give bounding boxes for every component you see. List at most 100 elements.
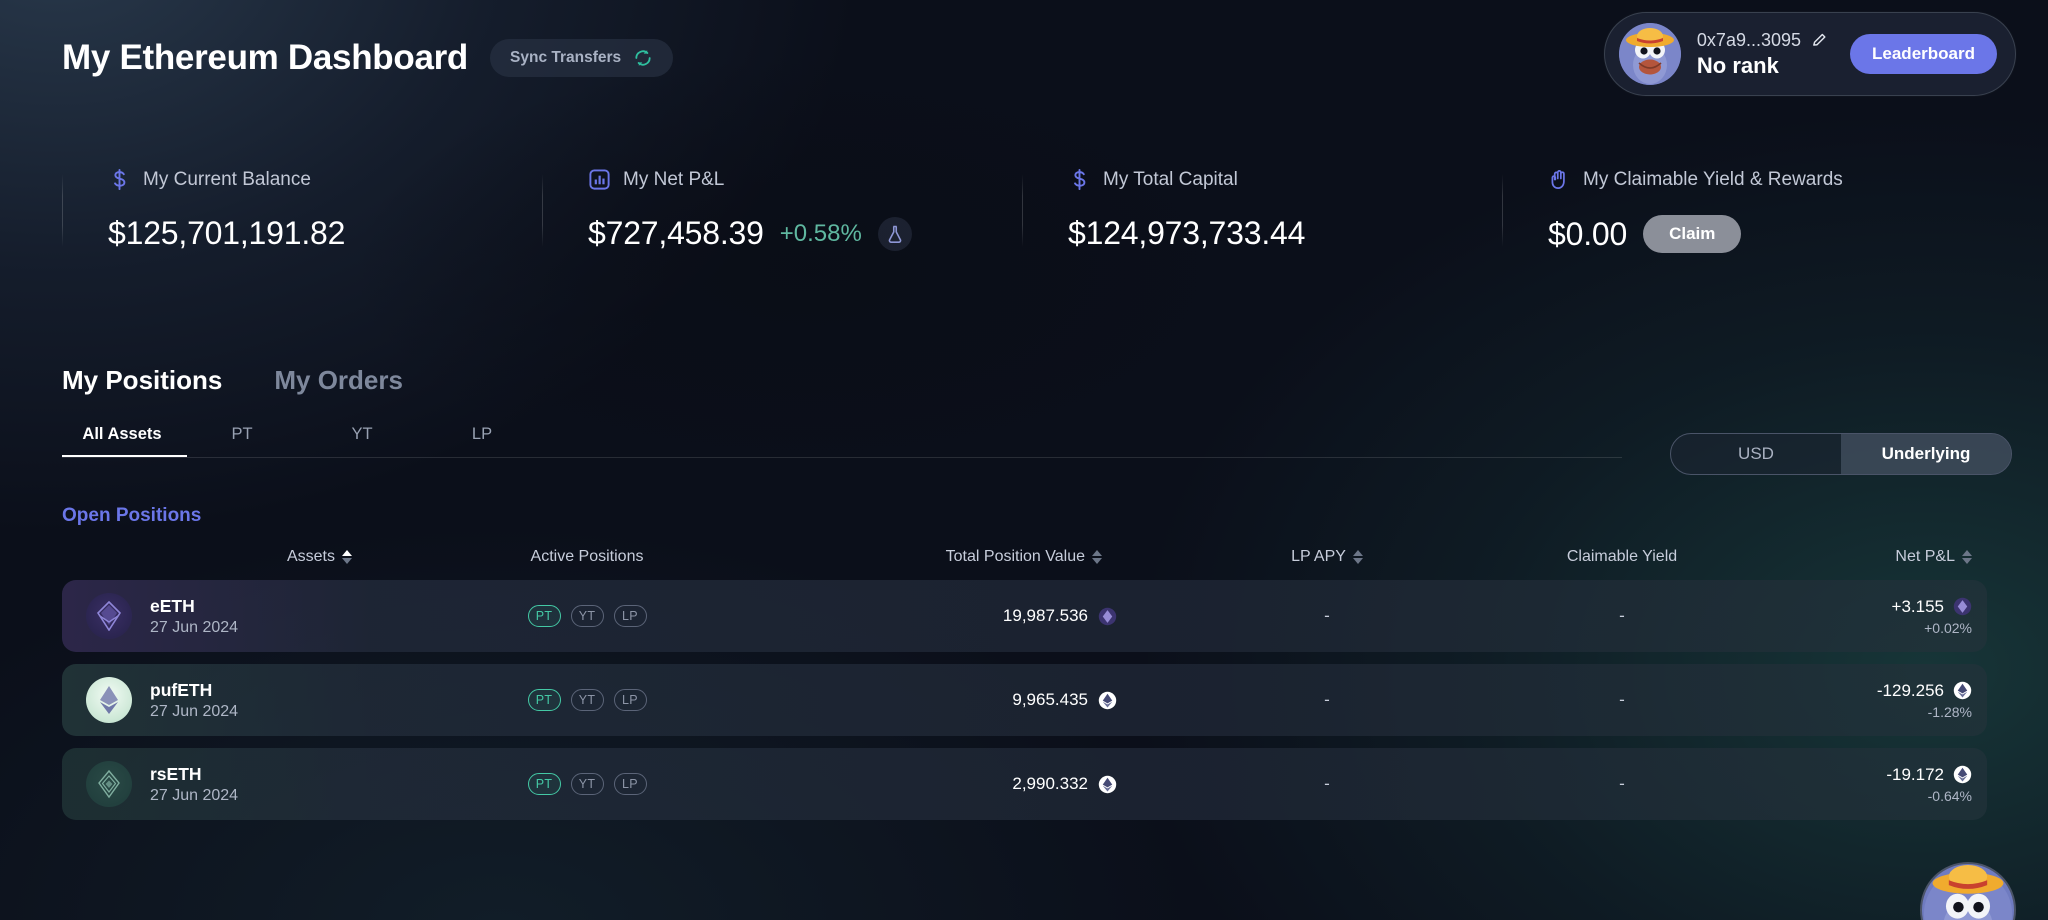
subtab-lp[interactable]: LP: [422, 425, 542, 457]
col-label: Net P&L: [1895, 548, 1955, 566]
badge-pt[interactable]: PT: [528, 605, 561, 627]
sort-icon[interactable]: [1962, 550, 1972, 564]
col-claimable-yield: Claimable Yield: [1477, 548, 1767, 566]
badge-yt[interactable]: YT: [571, 605, 604, 627]
cell-asset: rsETH 27 Jun 2024: [62, 761, 402, 807]
toggle-usd[interactable]: USD: [1671, 434, 1841, 474]
cell-total-position-value: 2,990.332: [772, 774, 1177, 794]
subtab-pt[interactable]: PT: [182, 425, 302, 457]
sync-transfers-label: Sync Transfers: [510, 49, 621, 67]
eth-token-icon: [1098, 775, 1117, 794]
stat-change: +0.58%: [780, 220, 862, 248]
positions-table: Assets Active Positions Total Position V…: [62, 548, 1987, 832]
toggle-underlying[interactable]: Underlying: [1841, 434, 2011, 474]
stat-value: $124,973,733.44: [1068, 215, 1305, 252]
cell-lp-apy: -: [1177, 690, 1477, 710]
cell-total-position-value: 19,987.536: [772, 606, 1177, 626]
sub-tabs: All Assets PT YT LP: [62, 425, 1622, 458]
stat-label: My Current Balance: [143, 169, 311, 191]
total-position-value: 2,990.332: [1012, 774, 1088, 794]
col-label: LP APY: [1291, 548, 1346, 566]
sync-transfers-button[interactable]: Sync Transfers: [490, 39, 673, 77]
badge-lp[interactable]: LP: [614, 689, 647, 711]
badge-lp[interactable]: LP: [614, 773, 647, 795]
asset-maturity-date: 27 Jun 2024: [150, 703, 238, 721]
cell-claimable-yield: -: [1477, 606, 1767, 626]
stat-value: $0.00: [1548, 216, 1627, 253]
badge-yt[interactable]: YT: [571, 689, 604, 711]
cell-lp-apy: -: [1177, 606, 1477, 626]
col-label: Active Positions: [531, 548, 644, 566]
cell-active-positions: PT YT LP: [402, 773, 772, 795]
sort-icon[interactable]: [342, 550, 352, 564]
stat-net-pnl: My Net P&L $727,458.39 +0.58%: [542, 168, 1022, 253]
tab-my-positions[interactable]: My Positions: [62, 365, 222, 396]
eth-token-icon: [1953, 681, 1972, 700]
col-lp-apy[interactable]: LP APY: [1177, 548, 1477, 566]
bar-chart-icon: [588, 168, 611, 191]
cell-net-pnl: -19.172 -0.64%: [1767, 765, 1987, 804]
subtab-divider: [62, 457, 1622, 458]
dollar-icon: [108, 168, 131, 191]
badge-lp[interactable]: LP: [614, 605, 647, 627]
page-title: My Ethereum Dashboard: [62, 38, 468, 78]
sort-icon[interactable]: [1353, 550, 1363, 564]
col-total-position-value[interactable]: Total Position Value: [772, 548, 1177, 566]
main-tabs: My Positions My Orders: [62, 365, 403, 396]
eeth-icon: [86, 593, 132, 639]
col-label: Assets: [287, 548, 335, 566]
net-pnl-value: -19.172: [1886, 765, 1944, 785]
floating-avatar-button[interactable]: [1920, 862, 2016, 920]
subtab-yt[interactable]: YT: [302, 425, 422, 457]
table-row[interactable]: eETH 27 Jun 2024 PT YT LP 19,987.536 - -: [62, 580, 1987, 652]
cell-net-pnl: +3.155 +0.02%: [1767, 597, 1987, 636]
cell-active-positions: PT YT LP: [402, 605, 772, 627]
avatar: [1619, 23, 1681, 85]
page-header: My Ethereum Dashboard Sync Transfers: [62, 38, 673, 78]
cell-claimable-yield: -: [1477, 690, 1767, 710]
rseth-icon: [86, 761, 132, 807]
stat-total-capital: My Total Capital $124,973,733.44: [1022, 168, 1502, 253]
currency-toggle: USD Underlying: [1670, 433, 2012, 475]
wallet-address: 0x7a9...3095: [1697, 30, 1801, 51]
cell-asset: eETH 27 Jun 2024: [62, 593, 402, 639]
subtab-all-assets[interactable]: All Assets: [62, 425, 182, 457]
badge-pt[interactable]: PT: [528, 689, 561, 711]
profile-text: 0x7a9...3095 No rank: [1697, 30, 1834, 79]
cell-asset: pufETH 27 Jun 2024: [62, 677, 402, 723]
leaderboard-button[interactable]: Leaderboard: [1850, 34, 1997, 74]
asset-name: eETH: [150, 596, 238, 617]
col-assets[interactable]: Assets: [62, 548, 402, 566]
stat-value: $727,458.39: [588, 215, 764, 252]
asset-maturity-date: 27 Jun 2024: [150, 787, 238, 805]
table-row[interactable]: rsETH 27 Jun 2024 PT YT LP 2,990.332 - -: [62, 748, 1987, 820]
asset-maturity-date: 27 Jun 2024: [150, 619, 238, 637]
col-net-pnl[interactable]: Net P&L: [1767, 548, 1987, 566]
net-pnl-percent: -1.28%: [1928, 704, 1972, 720]
col-label: Claimable Yield: [1567, 548, 1677, 566]
flask-icon-button[interactable]: [878, 217, 912, 251]
stat-current-balance: My Current Balance $125,701,191.82: [62, 168, 542, 253]
table-row[interactable]: pufETH 27 Jun 2024 PT YT LP 9,965.435 - …: [62, 664, 1987, 736]
pencil-icon[interactable]: [1811, 32, 1828, 49]
sort-icon[interactable]: [1092, 550, 1102, 564]
eth-token-icon: [1953, 765, 1972, 784]
net-pnl-value: -129.256: [1877, 681, 1944, 701]
asset-name: rsETH: [150, 764, 238, 785]
eeth-token-icon: [1098, 607, 1117, 626]
claim-button[interactable]: Claim: [1643, 215, 1741, 253]
badge-yt[interactable]: YT: [571, 773, 604, 795]
eth-token-icon: [1098, 691, 1117, 710]
cell-claimable-yield: -: [1477, 774, 1767, 794]
badge-pt[interactable]: PT: [528, 773, 561, 795]
asset-name: pufETH: [150, 680, 238, 701]
stats-row: My Current Balance $125,701,191.82 My Ne…: [62, 168, 1987, 253]
tab-my-orders[interactable]: My Orders: [274, 365, 403, 396]
net-pnl-percent: +0.02%: [1924, 620, 1972, 636]
net-pnl-value: +3.155: [1892, 597, 1944, 617]
stat-value: $125,701,191.82: [108, 215, 345, 252]
stat-label: My Net P&L: [623, 169, 724, 191]
cell-active-positions: PT YT LP: [402, 689, 772, 711]
profile-pill[interactable]: 0x7a9...3095 No rank Leaderboard: [1604, 12, 2016, 96]
refresh-icon: [633, 48, 653, 68]
